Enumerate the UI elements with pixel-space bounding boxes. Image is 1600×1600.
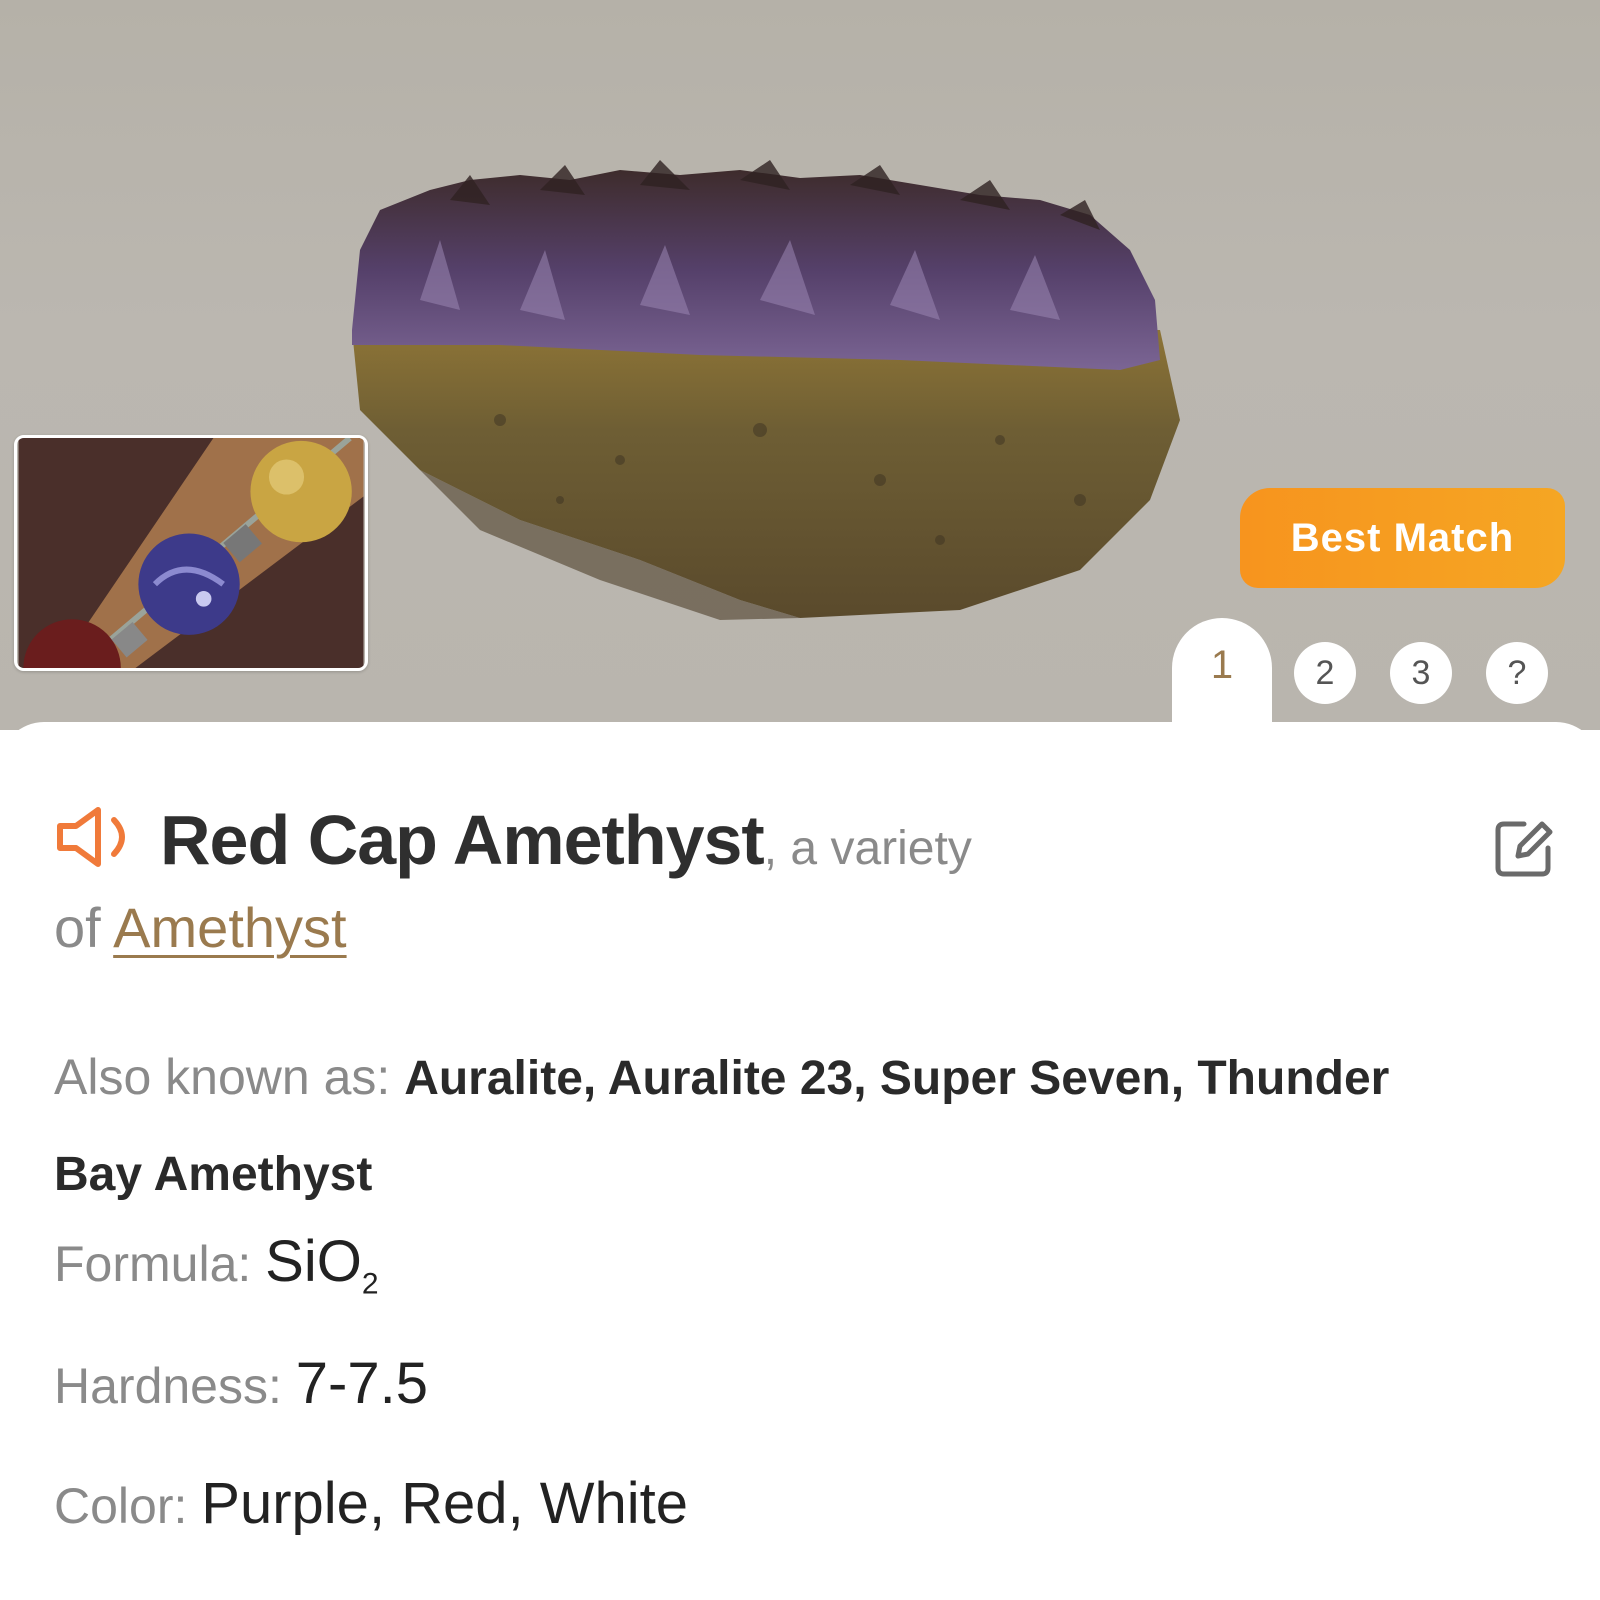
best-match-badge: Best Match xyxy=(1240,488,1565,588)
result-tab-unknown[interactable]: ? xyxy=(1486,642,1548,704)
color-field: Color: Purple, Red, White xyxy=(54,1470,688,1537)
color-label: Color: xyxy=(54,1478,188,1534)
title-row: Red Cap Amethyst, a variety xyxy=(54,790,1454,899)
result-tab-2[interactable]: 2 xyxy=(1294,642,1356,704)
hero-photo-area: Best Match 1 2 3 ? xyxy=(0,0,1600,730)
formula-base: SiO xyxy=(265,1229,362,1294)
speaker-icon[interactable] xyxy=(54,802,146,872)
aka-label: Also known as: xyxy=(54,1049,391,1105)
beads-photo xyxy=(18,438,364,668)
result-tab-1[interactable]: 1 xyxy=(1172,618,1272,730)
formula-subscript: 2 xyxy=(361,1267,379,1301)
variety-text: , a variety xyxy=(763,822,972,875)
result-tab-3[interactable]: 3 xyxy=(1390,642,1452,704)
formula-label: Formula: xyxy=(54,1236,252,1292)
mineral-name: Red Cap Amethyst xyxy=(160,801,765,879)
hardness-value: 7-7.5 xyxy=(295,1351,428,1416)
hardness-field: Hardness: 7-7.5 xyxy=(54,1350,428,1417)
user-photo-thumbnail[interactable] xyxy=(14,435,368,671)
formula-field: Formula: SiO2 xyxy=(54,1228,379,1302)
color-value: Purple, Red, White xyxy=(201,1471,689,1536)
edit-icon[interactable] xyxy=(1494,818,1554,878)
aka-field: Also known as: Auralite, Auralite 23, Su… xyxy=(54,1030,1434,1222)
parent-mineral-link[interactable]: Amethyst xyxy=(113,896,346,959)
variety-line: of Amethyst xyxy=(54,895,347,960)
result-tabs: 1 2 3 ? xyxy=(1172,618,1572,730)
formula-value: SiO2 xyxy=(265,1229,378,1301)
hardness-label: Hardness: xyxy=(54,1358,282,1414)
variety-of-label: of xyxy=(54,896,101,959)
